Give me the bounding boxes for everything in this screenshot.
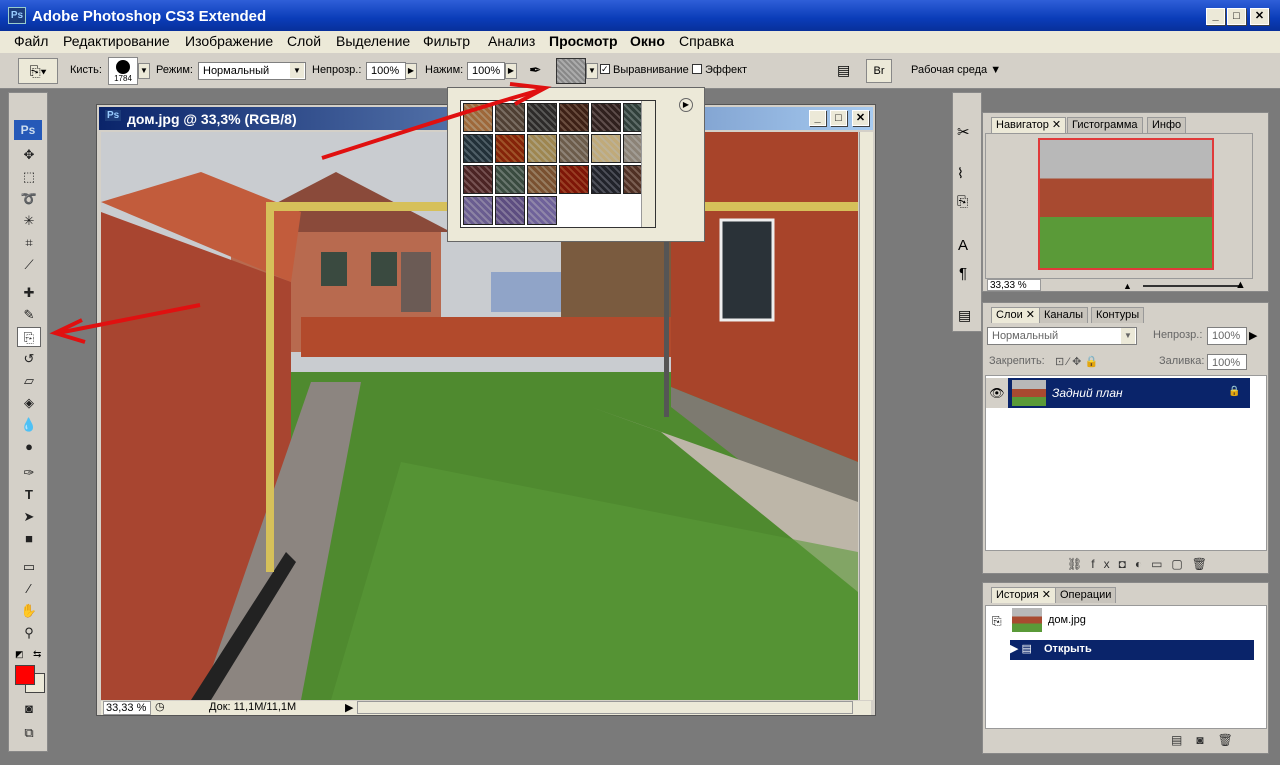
eye-icon[interactable]: 👁 — [986, 378, 1008, 408]
layer-comps-icon[interactable]: ▤ — [958, 307, 971, 324]
zoom-in-icon[interactable]: ▲ — [1235, 279, 1246, 291]
history-list: ⎘ дом.jpg Открыть ▶ ▤ — [985, 605, 1267, 729]
layer-row[interactable]: 👁 Задний план 🔒 — [986, 378, 1250, 408]
layer-name[interactable]: Задний план — [1052, 386, 1123, 400]
history-state-icon: ▶ ▤ — [1010, 643, 1032, 655]
zoom-out-icon[interactable]: ▲ — [1123, 281, 1132, 291]
blend-mode-select[interactable]: Нормальный ▼ — [987, 327, 1137, 345]
tab-channels[interactable]: Каналы — [1039, 307, 1089, 323]
new-layer-icon: ▢ — [1171, 557, 1192, 571]
layer-thumbnail — [1012, 380, 1046, 406]
tab-actions[interactable]: Операции — [1055, 587, 1117, 603]
layer-lock-icon: 🔒 — [1228, 386, 1241, 397]
brushes-icon[interactable]: ⌇ — [957, 165, 964, 182]
layer-mask-icon: ◘ — [1118, 557, 1135, 571]
navigator-thumbnail[interactable] — [1038, 138, 1214, 270]
navigator-body — [985, 133, 1253, 279]
tab-history[interactable]: История ✕ — [991, 587, 1056, 603]
panel-dock: ✂ ⌇ ⎘ A ¶ ▤ — [952, 92, 982, 332]
character-icon[interactable]: A — [958, 237, 968, 254]
fill-input[interactable]: 100% — [1207, 354, 1247, 370]
adjustment-layer-icon: ◐ — [1134, 557, 1152, 571]
clone-source-icon[interactable]: ⎘ — [957, 193, 968, 210]
new-snapshot-icon: ◙ — [1196, 733, 1218, 747]
layer-opacity-input[interactable]: 100% — [1207, 327, 1247, 345]
tab-paths[interactable]: Контуры — [1091, 307, 1145, 323]
snapshot-name[interactable]: дом.jpg — [1048, 614, 1086, 626]
lock-icons[interactable]: ⊡ ⁄ ✥ 🔒 — [1055, 355, 1098, 368]
new-document-icon: ▤ — [1171, 733, 1197, 747]
layer-opacity-label: Непрозр.: — [1153, 329, 1203, 341]
link-layers-icon: ⛓ — [1067, 557, 1092, 571]
history-panel: История ✕ Операции ⎘ дом.jpg Открыть ▶ ▤… — [982, 582, 1269, 754]
fill-label: Заливка: — [1159, 355, 1205, 367]
chevron-down-icon: ▼ — [1121, 328, 1135, 344]
navigator-slider[interactable] — [1143, 285, 1241, 287]
layer-actions[interactable]: ⛓fx◘◐▭▢🗑 — [1067, 557, 1216, 571]
tab-layers[interactable]: Слои ✕ — [991, 307, 1041, 323]
snapshot-thumbnail — [1012, 608, 1042, 632]
tab-navigator[interactable]: Навигатор ✕ — [991, 117, 1067, 133]
paragraph-icon[interactable]: ¶ — [959, 265, 967, 282]
delete-state-icon: 🗑 — [1217, 733, 1247, 747]
tool-presets-icon[interactable]: ✂ — [957, 123, 970, 141]
delete-layer-icon: 🗑 — [1191, 557, 1216, 571]
navigator-zoom[interactable]: 33,33 % — [987, 279, 1041, 291]
lock-label: Закрепить: — [989, 355, 1045, 367]
history-actions[interactable]: ▤◙🗑 — [1171, 733, 1247, 747]
snapshot-brush-icon[interactable]: ⎘ — [992, 614, 1002, 629]
navigator-panel: Навигатор ✕ Гистограмма Инфо 33,33 % ▲ ▲ — [982, 112, 1269, 292]
history-step[interactable]: Открыть — [1010, 640, 1254, 660]
layers-panel: Слои ✕ Каналы Контуры Нормальный ▼ Непро… — [982, 302, 1269, 574]
layer-style-icon: fx — [1091, 557, 1119, 571]
layers-list: 👁 Задний план 🔒 — [985, 375, 1267, 551]
layer-opacity-arrow-icon[interactable]: ▶ — [1249, 329, 1257, 342]
tab-info[interactable]: Инфо — [1147, 117, 1187, 133]
blend-mode-value: Нормальный — [992, 330, 1059, 342]
tab-histogram[interactable]: Гистограмма — [1067, 117, 1143, 133]
new-group-icon: ▭ — [1151, 557, 1172, 571]
